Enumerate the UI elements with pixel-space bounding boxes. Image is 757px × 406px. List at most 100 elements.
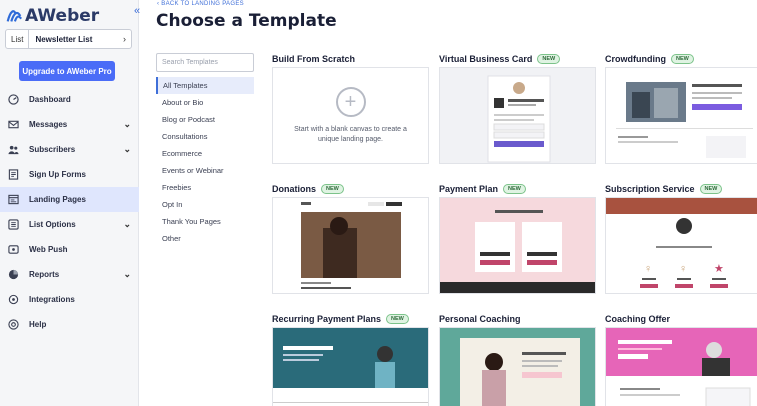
template-card-crowdfunding[interactable]: Crowdfunding NEW bbox=[605, 51, 757, 164]
list-icon bbox=[8, 219, 19, 230]
list-tag: List bbox=[6, 30, 30, 48]
sidebar-item-list-options[interactable]: List Options ⌄ bbox=[0, 212, 139, 237]
plus-icon: + bbox=[335, 87, 366, 118]
envelope-icon bbox=[8, 119, 19, 130]
collapse-sidebar-icon[interactable]: « bbox=[134, 5, 140, 17]
category-about-or-bio[interactable]: About or Bio bbox=[156, 94, 254, 111]
sidebar-item-dashboard[interactable]: Dashboard bbox=[0, 87, 139, 112]
category-consultations[interactable]: Consultations bbox=[156, 128, 254, 145]
template-thumbnail[interactable]: ♀ ♀ ★ bbox=[605, 197, 757, 294]
sidebar-item-reports[interactable]: Reports ⌄ bbox=[0, 262, 139, 287]
template-thumbnail[interactable] bbox=[439, 197, 596, 294]
new-badge: NEW bbox=[386, 314, 409, 324]
sidebar-item-label: Subscribers bbox=[29, 145, 76, 154]
template-card-virtual-business-card[interactable]: Virtual Business Card NEW bbox=[439, 51, 596, 164]
sidebar-item-landing-pages[interactable]: Landing Pages bbox=[0, 187, 139, 212]
list-selector[interactable]: List Newsletter List › bbox=[5, 29, 132, 49]
template-thumbnail[interactable] bbox=[272, 197, 429, 294]
sidebar-item-label: Reports bbox=[29, 270, 60, 279]
brand-name: AWeber bbox=[25, 6, 100, 26]
category-blog-or-podcast[interactable]: Blog or Podcast bbox=[156, 111, 254, 128]
template-thumbnail[interactable] bbox=[272, 327, 429, 406]
new-badge: NEW bbox=[503, 184, 526, 194]
category-all-templates[interactable]: All Templates bbox=[156, 77, 254, 94]
sidebar-item-sign-up-forms[interactable]: Sign Up Forms bbox=[0, 162, 139, 187]
template-title: Donations bbox=[272, 184, 316, 194]
chevron-down-icon[interactable]: ⌄ bbox=[123, 219, 131, 230]
sidebar-item-web-push[interactable]: Web Push bbox=[0, 237, 139, 262]
sidebar-item-label: Web Push bbox=[29, 245, 68, 254]
sidebar-item-label: Landing Pages bbox=[29, 195, 86, 204]
chevron-down-icon[interactable]: ⌄ bbox=[123, 144, 131, 155]
sidebar-item-help[interactable]: Help bbox=[0, 312, 139, 337]
template-title: Payment Plan bbox=[439, 184, 499, 194]
chevron-down-icon[interactable]: ⌄ bbox=[123, 269, 131, 280]
dashboard-icon bbox=[8, 94, 19, 105]
scratch-description: Start with a blank canvas to create a un… bbox=[294, 126, 407, 143]
plug-icon bbox=[8, 294, 19, 305]
category-other[interactable]: Other bbox=[156, 230, 254, 247]
template-title: Recurring Payment Plans bbox=[272, 314, 382, 324]
category-thank-you-pages[interactable]: Thank You Pages bbox=[156, 213, 254, 230]
template-card-build-from-scratch[interactable]: Build From Scratch + Start with a blank … bbox=[272, 51, 429, 164]
back-link-label: BACK TO LANDING PAGES bbox=[161, 1, 244, 7]
template-thumbnail[interactable] bbox=[605, 327, 757, 406]
category-freebies[interactable]: Freebies bbox=[156, 179, 254, 196]
sidebar-item-label: Integrations bbox=[29, 295, 75, 304]
aweber-logo-icon bbox=[6, 10, 23, 22]
new-badge: NEW bbox=[699, 184, 723, 194]
subscription-preview: ♀ ♀ ★ bbox=[606, 198, 757, 288]
category-opt-in[interactable]: Opt In bbox=[156, 196, 254, 213]
app: AWeber « List Newsletter List › Upgrade … bbox=[0, 0, 757, 406]
search-input[interactable]: Search Templates bbox=[156, 53, 254, 72]
sidebar-item-label: Sign Up Forms bbox=[29, 170, 86, 179]
template-card-personal-coaching[interactable]: Personal Coaching bbox=[439, 311, 596, 406]
search-placeholder: Search Templates bbox=[162, 59, 218, 66]
sidebar-item-label: Help bbox=[29, 320, 47, 329]
sidebar-nav: Dashboard Messages ⌄ Subscribers ⌄ Sign Up Fo… bbox=[0, 87, 139, 337]
category-events-or-webinar[interactable]: Events or Webinar bbox=[156, 162, 254, 179]
sidebar-item-messages[interactable]: Messages ⌄ bbox=[0, 112, 139, 137]
svg-text:★: ★ bbox=[714, 263, 724, 275]
template-card-donations[interactable]: Donations NEW bbox=[272, 181, 429, 294]
bell-icon bbox=[8, 244, 19, 255]
sidebar-item-label: List Options bbox=[29, 220, 76, 229]
chevron-down-icon[interactable]: ⌄ bbox=[123, 119, 131, 130]
upgrade-button[interactable]: Upgrade to AWeber Pro bbox=[19, 61, 115, 81]
landing-page-icon bbox=[8, 194, 19, 205]
template-thumbnail[interactable]: + Start with a blank canvas to create a … bbox=[272, 67, 429, 164]
template-card-recurring-payment-plans[interactable]: Recurring Payment Plans NEW bbox=[272, 311, 429, 406]
business-card-preview bbox=[487, 75, 551, 163]
category-list: All Templates About or Bio Blog or Podcast… bbox=[156, 77, 254, 247]
sidebar-item-label: Messages bbox=[29, 120, 68, 129]
template-card-subscription-service[interactable]: Subscription Service NEW ♀ ♀ ★ bbox=[605, 181, 757, 294]
crowdfunding-preview bbox=[616, 82, 753, 158]
sidebar: AWeber « List Newsletter List › Upgrade … bbox=[0, 0, 140, 406]
new-badge: NEW bbox=[321, 184, 344, 194]
template-thumbnail[interactable] bbox=[439, 327, 596, 406]
svg-text:♀: ♀ bbox=[679, 263, 687, 275]
template-title: Coaching Offer bbox=[605, 314, 671, 324]
list-name: Newsletter List bbox=[35, 34, 93, 44]
personal-coaching-preview bbox=[440, 328, 595, 406]
aweber-logo[interactable]: AWeber bbox=[5, 5, 99, 27]
new-badge: NEW bbox=[537, 54, 561, 64]
category-ecommerce[interactable]: Ecommerce bbox=[156, 145, 254, 162]
template-card-payment-plan[interactable]: Payment Plan NEW bbox=[439, 181, 596, 294]
template-thumbnail[interactable] bbox=[439, 67, 596, 164]
help-icon bbox=[8, 319, 19, 330]
back-to-landing-pages-link[interactable]: ‹ BACK TO LANDING PAGES bbox=[157, 1, 244, 7]
sidebar-item-subscribers[interactable]: Subscribers ⌄ bbox=[0, 137, 139, 162]
template-title: Crowdfunding bbox=[605, 54, 666, 64]
chart-icon bbox=[8, 269, 19, 280]
donations-preview bbox=[301, 202, 402, 289]
sidebar-item-integrations[interactable]: Integrations bbox=[0, 287, 139, 312]
template-title: Subscription Service bbox=[605, 184, 695, 194]
sidebar-item-label: Dashboard bbox=[29, 95, 71, 104]
new-badge: NEW bbox=[670, 54, 694, 64]
template-card-coaching-offer[interactable]: Coaching Offer bbox=[605, 311, 757, 406]
form-icon bbox=[8, 169, 19, 180]
template-thumbnail[interactable] bbox=[605, 67, 757, 164]
users-icon bbox=[8, 144, 19, 155]
template-title: Personal Coaching bbox=[439, 314, 521, 324]
